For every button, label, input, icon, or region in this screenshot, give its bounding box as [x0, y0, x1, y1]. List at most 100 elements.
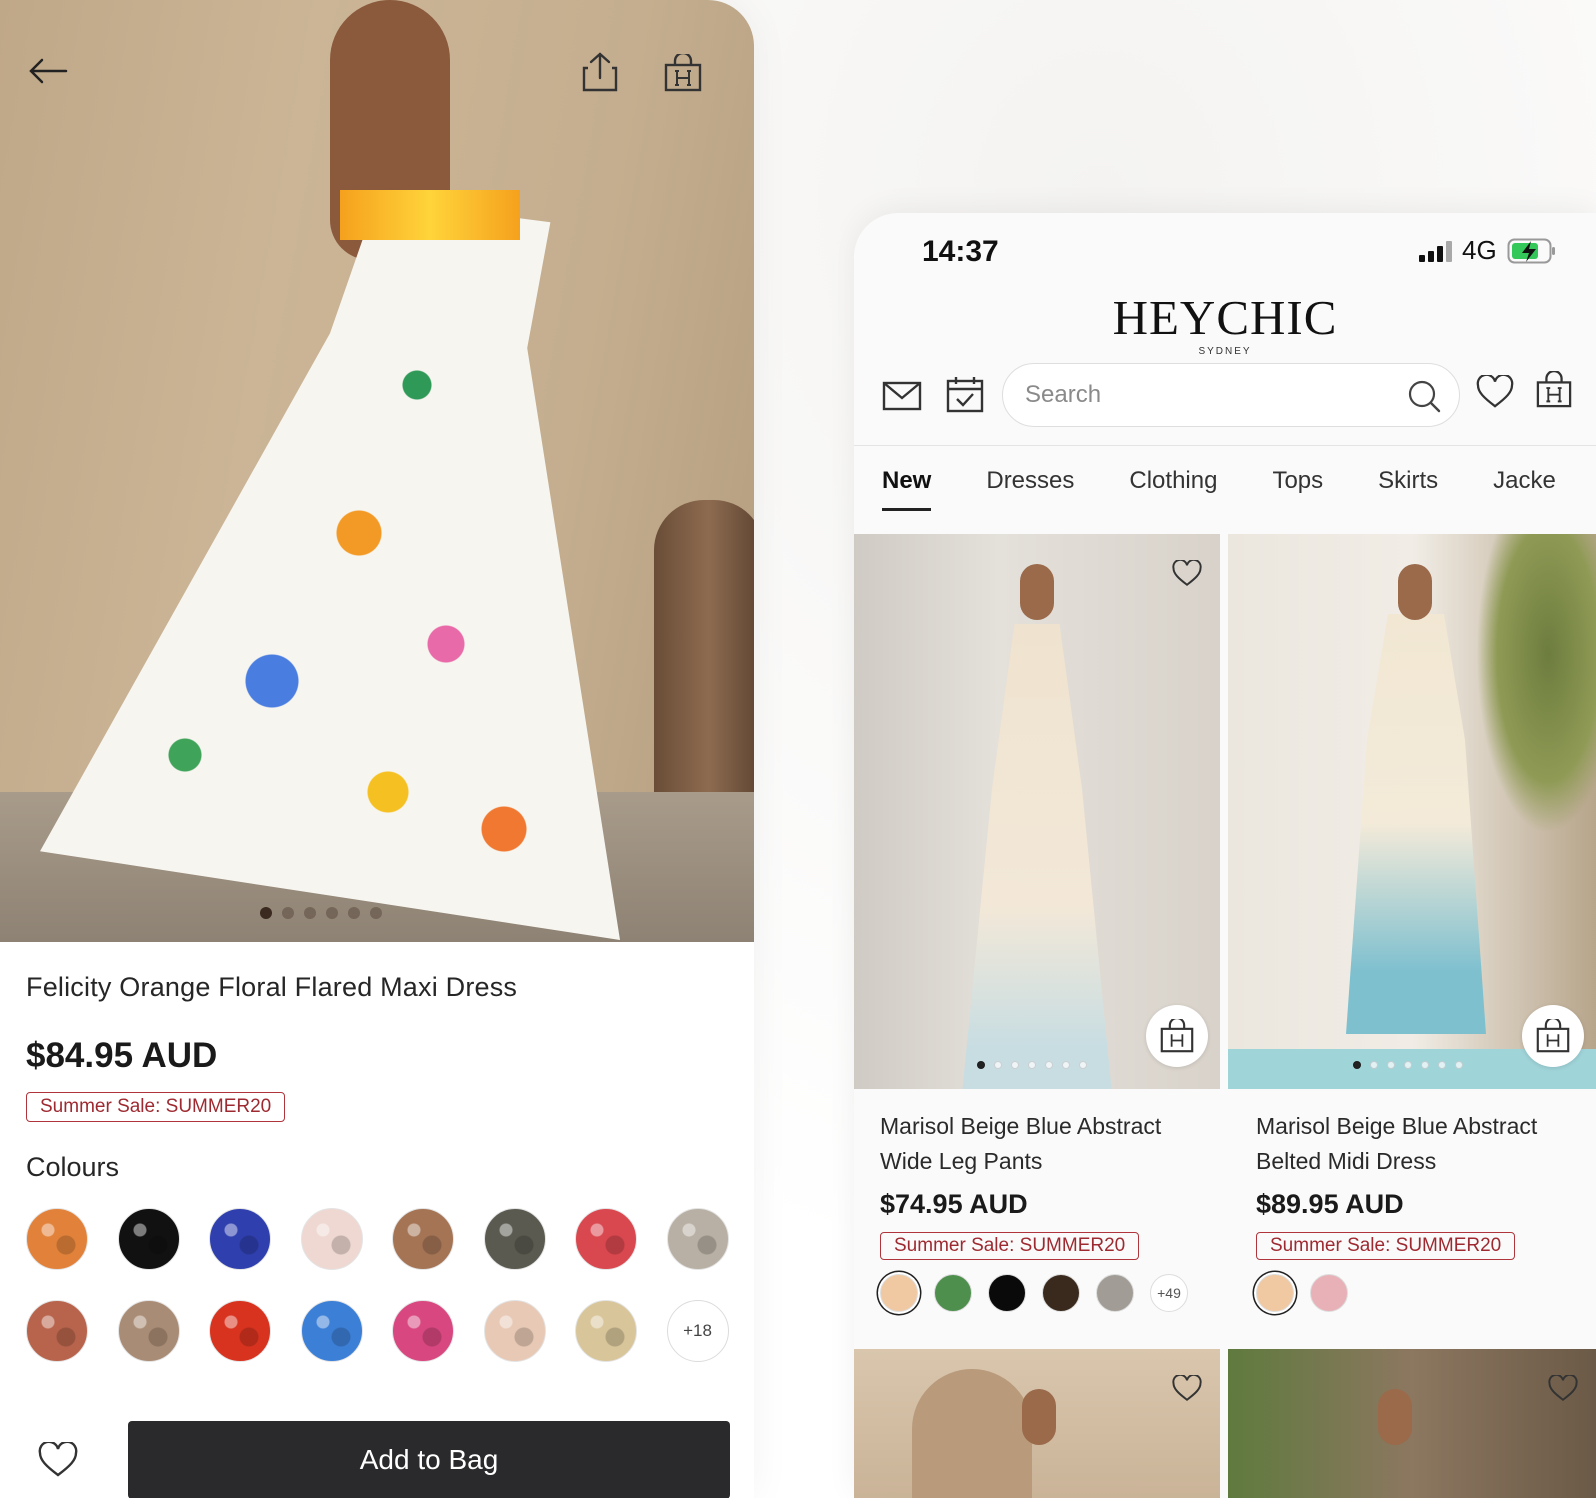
product-card-image[interactable] — [1228, 534, 1596, 1089]
product-card-image[interactable] — [1228, 1349, 1596, 1498]
arrow-left-icon — [29, 58, 68, 84]
tab-skirts[interactable]: Skirts — [1378, 467, 1438, 511]
wishlist-button[interactable] — [38, 1440, 78, 1481]
product-detail-screen: Felicity Orange Floral Flared Maxi Dress… — [0, 0, 754, 1498]
quick-add-bag-button[interactable] — [1146, 1005, 1208, 1067]
colour-swatch[interactable] — [1310, 1274, 1348, 1312]
tab-tops[interactable]: Tops — [1272, 467, 1323, 511]
quick-add-bag-button[interactable] — [1522, 1005, 1584, 1067]
card-dot — [1387, 1061, 1395, 1069]
colours-heading: Colours — [26, 1152, 120, 1182]
heart-icon — [1172, 1373, 1202, 1401]
share-button[interactable] — [582, 52, 618, 92]
colour-swatch[interactable] — [1042, 1274, 1080, 1312]
card-dot — [1370, 1061, 1378, 1069]
card-dot — [1421, 1061, 1429, 1069]
product-photo-model — [1020, 564, 1054, 620]
heart-icon — [1476, 373, 1514, 408]
colour-swatch[interactable] — [483, 1208, 546, 1270]
colour-swatch[interactable] — [666, 1208, 729, 1270]
colour-swatch[interactable] — [392, 1208, 454, 1270]
card-dot — [1404, 1061, 1412, 1069]
signal-icon — [1419, 240, 1452, 262]
colour-swatch[interactable] — [483, 1300, 546, 1362]
messages-button[interactable] — [882, 381, 922, 414]
shopping-bag-icon — [1160, 1019, 1194, 1053]
colour-swatch[interactable] — [1256, 1274, 1294, 1312]
colour-swatch[interactable] — [575, 1300, 637, 1362]
card-image-dots — [977, 1061, 1087, 1069]
product-card[interactable] — [854, 1349, 1220, 1498]
bag-button[interactable] — [664, 54, 702, 92]
tab-new[interactable]: New — [882, 467, 932, 511]
product-photo-model — [1398, 564, 1432, 620]
card-wishlist-button[interactable] — [1548, 1373, 1578, 1405]
product-card[interactable]: Marisol Beige Blue Abstract Wide Leg Pan… — [854, 534, 1220, 1312]
carousel-dot[interactable] — [348, 907, 360, 919]
brand-logo[interactable]: HEYCHIC SYDNEY — [854, 293, 1596, 357]
product-photo-model — [1022, 1389, 1056, 1445]
calendar-check-icon — [946, 377, 984, 413]
colour-swatch[interactable] — [26, 1300, 88, 1362]
colour-swatch[interactable] — [209, 1208, 271, 1270]
product-image-carousel[interactable] — [0, 0, 754, 942]
battery-charging-icon — [1507, 238, 1555, 263]
colour-swatch[interactable] — [209, 1300, 271, 1362]
colour-swatch[interactable] — [1096, 1274, 1134, 1312]
carousel-dot[interactable] — [260, 907, 272, 919]
share-icon — [582, 52, 618, 92]
carousel-dot[interactable] — [282, 907, 294, 919]
product-photo-outfit — [1346, 614, 1486, 1034]
carousel-dot[interactable] — [304, 907, 316, 919]
product-card-name[interactable]: Marisol Beige Blue Abstract Belted Midi … — [1256, 1109, 1576, 1179]
category-tabs: New Dresses Clothing Tops Skirts Jacke — [882, 467, 1596, 511]
colour-swatch[interactable] — [300, 1208, 363, 1270]
colour-swatch[interactable] — [117, 1300, 180, 1362]
search-input[interactable] — [1025, 364, 1385, 426]
tab-jackets[interactable]: Jacke — [1493, 467, 1556, 511]
card-dot — [1062, 1061, 1070, 1069]
product-card-promo: Summer Sale: SUMMER20 — [880, 1232, 1140, 1260]
colour-swatch[interactable] — [575, 1208, 637, 1270]
colour-swatch[interactable] — [26, 1208, 88, 1270]
back-button[interactable] — [28, 56, 68, 86]
network-label: 4G — [1462, 235, 1497, 265]
card-wishlist-button[interactable] — [1172, 1373, 1202, 1405]
product-card-image[interactable] — [854, 1349, 1220, 1498]
product-card-swatches: +49 — [880, 1274, 1220, 1312]
header-divider — [854, 445, 1596, 446]
bag-nav-button[interactable] — [1536, 369, 1572, 412]
colour-swatch[interactable] — [117, 1208, 180, 1270]
status-indicators: 4G — [1418, 235, 1557, 266]
colour-swatch[interactable] — [392, 1300, 454, 1362]
more-colours-button[interactable]: +18 — [666, 1300, 729, 1362]
card-dot — [1011, 1061, 1019, 1069]
add-to-bag-button[interactable]: Add to Bag — [128, 1421, 730, 1498]
product-card-swatches — [1256, 1274, 1596, 1312]
colour-swatch[interactable] — [988, 1274, 1026, 1312]
tab-clothing[interactable]: Clothing — [1129, 467, 1217, 511]
search-icon[interactable] — [1407, 379, 1441, 413]
more-colours-button[interactable]: +49 — [1150, 1274, 1188, 1312]
card-dot — [1028, 1061, 1036, 1069]
product-card[interactable] — [1228, 1349, 1596, 1498]
product-photo-arch — [912, 1369, 1032, 1498]
product-card-name[interactable]: Marisol Beige Blue Abstract Wide Leg Pan… — [880, 1109, 1200, 1179]
wishlist-nav-button[interactable] — [1476, 373, 1514, 412]
tab-dresses[interactable]: Dresses — [986, 467, 1074, 511]
brand-location: SYDNEY — [1198, 346, 1252, 357]
product-photo-dress-bodice — [340, 190, 520, 240]
colour-swatch[interactable] — [934, 1274, 972, 1312]
card-image-dots — [1353, 1061, 1463, 1069]
card-wishlist-button[interactable] — [1172, 558, 1202, 590]
product-card[interactable]: Marisol Beige Blue Abstract Belted Midi … — [1228, 534, 1596, 1312]
calendar-button[interactable] — [946, 375, 984, 416]
carousel-dot[interactable] — [326, 907, 338, 919]
card-dot — [1455, 1061, 1463, 1069]
carousel-dot[interactable] — [370, 907, 382, 919]
brand-name: HEYCHIC — [1112, 290, 1338, 345]
product-card-image[interactable] — [854, 534, 1220, 1089]
card-dot — [1079, 1061, 1087, 1069]
colour-swatch[interactable] — [880, 1274, 918, 1312]
colour-swatch[interactable] — [300, 1300, 363, 1362]
